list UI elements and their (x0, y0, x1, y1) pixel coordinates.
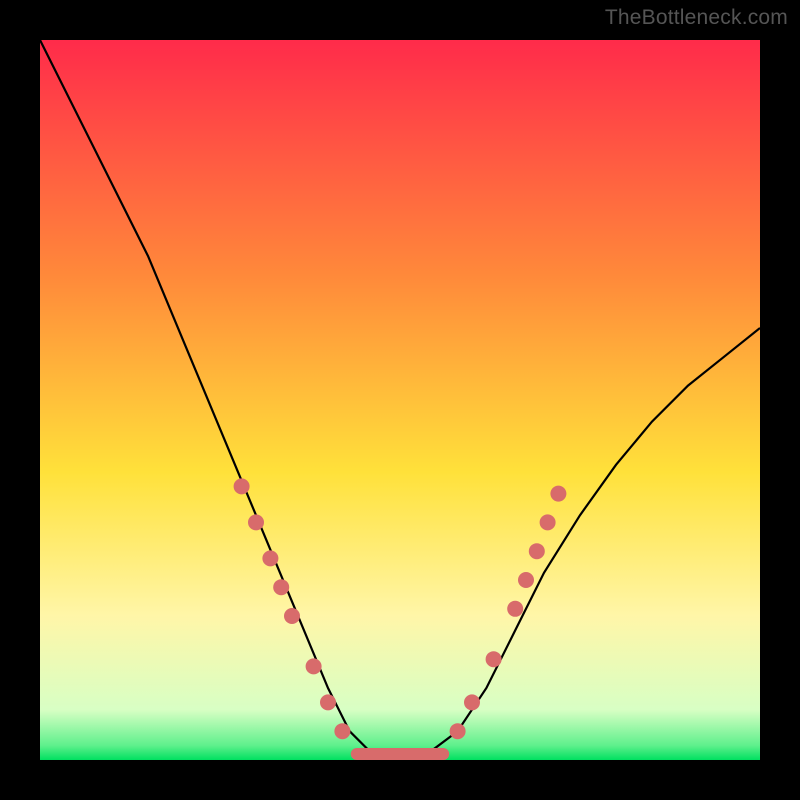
curve-marker (273, 579, 289, 595)
curve-markers (234, 478, 567, 739)
curve-marker (234, 478, 250, 494)
curve-marker (320, 694, 336, 710)
curve-marker (450, 723, 466, 739)
curve-layer (40, 40, 760, 760)
plot-area (40, 40, 760, 760)
curve-marker (529, 543, 545, 559)
curve-marker (540, 514, 556, 530)
curve-marker (248, 514, 264, 530)
curve-marker (486, 651, 502, 667)
curve-marker (518, 572, 534, 588)
curve-marker (262, 550, 278, 566)
curve-marker (284, 608, 300, 624)
curve-marker (334, 723, 350, 739)
chart-frame: TheBottleneck.com (0, 0, 800, 800)
watermark-text: TheBottleneck.com (605, 6, 788, 30)
curve-marker (550, 486, 566, 502)
curve-marker (507, 601, 523, 617)
curve-marker (464, 694, 480, 710)
curve-marker (306, 658, 322, 674)
bottleneck-curve (40, 40, 760, 760)
